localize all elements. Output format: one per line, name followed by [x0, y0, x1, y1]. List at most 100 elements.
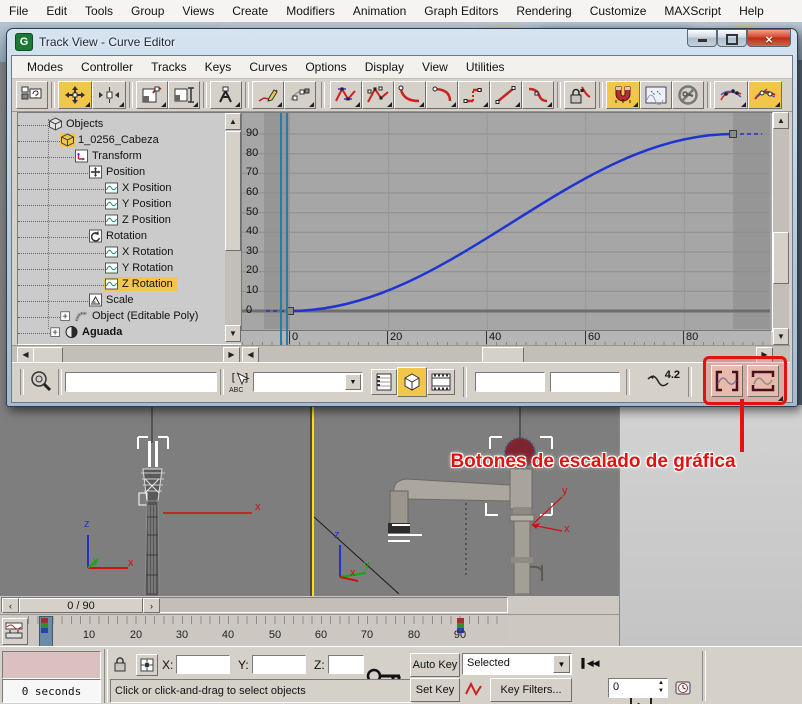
show-keyable-button[interactable]: [672, 81, 704, 109]
current-frame-field[interactable]: 0 ▲▼: [608, 678, 668, 698]
filter-animated-tracks-toggle[interactable]: [427, 369, 455, 395]
add-keys-button[interactable]: [284, 81, 316, 109]
scroll-thumb[interactable]: [225, 131, 241, 251]
graph-scroll-thumb[interactable]: [482, 347, 524, 363]
tree-scroll-right[interactable]: ▶: [223, 347, 240, 363]
edit-track-set-list-button[interactable]: [371, 369, 397, 395]
go-to-start-button[interactable]: ▌◀◀: [578, 653, 602, 674]
scroll-down-button[interactable]: ▼: [773, 328, 789, 345]
scale-keys-button[interactable]: [136, 81, 168, 109]
scroll-thumb[interactable]: [773, 232, 789, 284]
key-filters-button[interactable]: Key Filters...: [490, 678, 572, 702]
coord-y-field[interactable]: [252, 655, 306, 674]
move-keys-button[interactable]: [58, 81, 92, 109]
tree-item-y-position[interactable]: Y Position: [18, 196, 171, 212]
tangent-slow-button[interactable]: [426, 81, 458, 109]
track-set-dropdown[interactable]: ▼: [253, 372, 363, 392]
menu-customize[interactable]: Customize: [581, 2, 656, 20]
menu-graph-editors[interactable]: Graph Editors: [415, 2, 507, 20]
viewport-perspective-active[interactable]: y x z x y: [312, 405, 621, 600]
filter-button[interactable]: [16, 81, 48, 109]
scroll-up-button[interactable]: ▲: [773, 112, 789, 129]
menu-keys[interactable]: Keys: [196, 58, 241, 76]
tree-vertical-scrollbar[interactable]: ▲ ▼: [225, 113, 241, 342]
auto-key-button[interactable]: Auto Key: [410, 653, 460, 677]
tangent-linear-button[interactable]: [490, 81, 522, 109]
menu-tracks[interactable]: Tracks: [142, 58, 196, 76]
menu-maxscript[interactable]: MAXScript: [655, 2, 730, 20]
coord-z-field[interactable]: [328, 655, 364, 674]
menu-tools[interactable]: Tools: [76, 2, 122, 20]
tangent-fast-button[interactable]: [394, 81, 426, 109]
minimize-button[interactable]: [687, 29, 717, 47]
tree-item-transform[interactable]: Transform: [18, 148, 142, 164]
interactive-update-indicator[interactable]: 4.2: [636, 369, 682, 395]
scale-values-button[interactable]: [168, 81, 200, 109]
graph-scroll-left[interactable]: ◀: [242, 347, 259, 363]
window-title-bar[interactable]: G Track View - Curve Editor ×: [7, 29, 797, 55]
time-slider-prev-button[interactable]: ‹: [2, 598, 19, 613]
time-slider-handle[interactable]: 0 / 90: [19, 598, 143, 613]
tree-scroll-left[interactable]: ◀: [17, 347, 34, 363]
tree-item-objects[interactable]: Objects: [18, 116, 103, 132]
slide-keys-button[interactable]: [92, 81, 126, 109]
track-set-name-field[interactable]: [65, 372, 217, 392]
listener-time-box[interactable]: 0 seconds: [2, 679, 101, 703]
lock-tangents-button[interactable]: [564, 81, 596, 109]
tangent-smooth-button[interactable]: [522, 81, 554, 109]
tree-item-position[interactable]: Position: [18, 164, 145, 180]
menu-edit[interactable]: Edit: [37, 2, 76, 20]
tree-item-scale[interactable]: Scale: [18, 292, 134, 308]
menu-create[interactable]: Create: [223, 2, 277, 20]
current-time-line-right[interactable]: [286, 113, 288, 345]
menu-modes[interactable]: Modes: [18, 58, 72, 76]
tangent-custom-button[interactable]: [362, 81, 394, 109]
selection-set-dropdown[interactable]: Selected ▼: [462, 653, 572, 675]
graph-vertical-scrollbar[interactable]: ▲ ▼: [773, 112, 789, 345]
viewport-front[interactable]: x z y x: [0, 405, 312, 596]
keyframe-end[interactable]: [730, 131, 737, 138]
menu-views[interactable]: Views: [173, 2, 223, 20]
zoom-horizontal-extents-button[interactable]: [711, 365, 743, 397]
tree-item-object-editable-poly[interactable]: Object (Editable Poly): [18, 308, 198, 324]
tree-item-x-position[interactable]: X Position: [18, 180, 172, 196]
menu-utilities[interactable]: Utilities: [457, 58, 514, 76]
mini-curve-editor-button[interactable]: [2, 618, 28, 645]
close-button[interactable]: ×: [747, 29, 791, 47]
tree-item-z-rotation-selected[interactable]: Z Rotation: [18, 276, 177, 292]
tree-item-z-position[interactable]: Z Position: [18, 212, 171, 228]
tangent-step-button[interactable]: [458, 81, 490, 109]
scroll-down-button[interactable]: ▼: [225, 325, 241, 342]
menu-modifiers[interactable]: Modifiers: [277, 2, 344, 20]
time-configuration-button[interactable]: [672, 678, 694, 698]
key-value-field[interactable]: [550, 372, 620, 392]
simplify-curve-button[interactable]: [714, 81, 748, 109]
maximize-button[interactable]: [717, 29, 747, 47]
tree-scroll-thumb[interactable]: [33, 347, 63, 363]
track-bar-ruler[interactable]: [28, 616, 506, 645]
menu-options[interactable]: Options: [296, 58, 355, 76]
menu-file[interactable]: File: [0, 2, 37, 20]
menu-animation[interactable]: Animation: [344, 2, 415, 20]
tree-item-aguada[interactable]: Aguada: [18, 324, 122, 340]
retime-tool-button[interactable]: [210, 81, 242, 109]
set-key-button[interactable]: Set Key: [410, 678, 460, 702]
default-tangent-button[interactable]: [462, 678, 486, 700]
draw-curves-button[interactable]: [252, 81, 284, 109]
menu-rendering[interactable]: Rendering: [507, 2, 580, 20]
time-slider-next-button[interactable]: ›: [143, 598, 160, 613]
dropdown-arrow-button[interactable]: ▼: [553, 655, 570, 673]
tree-item-cabeza[interactable]: 1_0256_Cabeza: [18, 132, 159, 148]
tree-item-x-rotation[interactable]: X Rotation: [18, 244, 173, 260]
expand-plus-icon[interactable]: [50, 327, 61, 338]
snap-frames-button[interactable]: [606, 81, 640, 109]
menu-curves[interactable]: Curves: [240, 58, 296, 76]
hierarchy-tree-panel[interactable]: Objects 1_0256_Cabeza Transform Position: [17, 112, 242, 345]
coord-x-field[interactable]: [176, 655, 230, 674]
filter-selected-objects-toggle[interactable]: [397, 367, 427, 397]
zoom-value-extents-button[interactable]: [747, 365, 779, 397]
current-time-line-left[interactable]: [280, 113, 282, 345]
zoom-selected-object-button[interactable]: [27, 369, 55, 395]
absolute-mode-toggle[interactable]: [136, 654, 158, 676]
menu-help[interactable]: Help: [730, 2, 773, 20]
